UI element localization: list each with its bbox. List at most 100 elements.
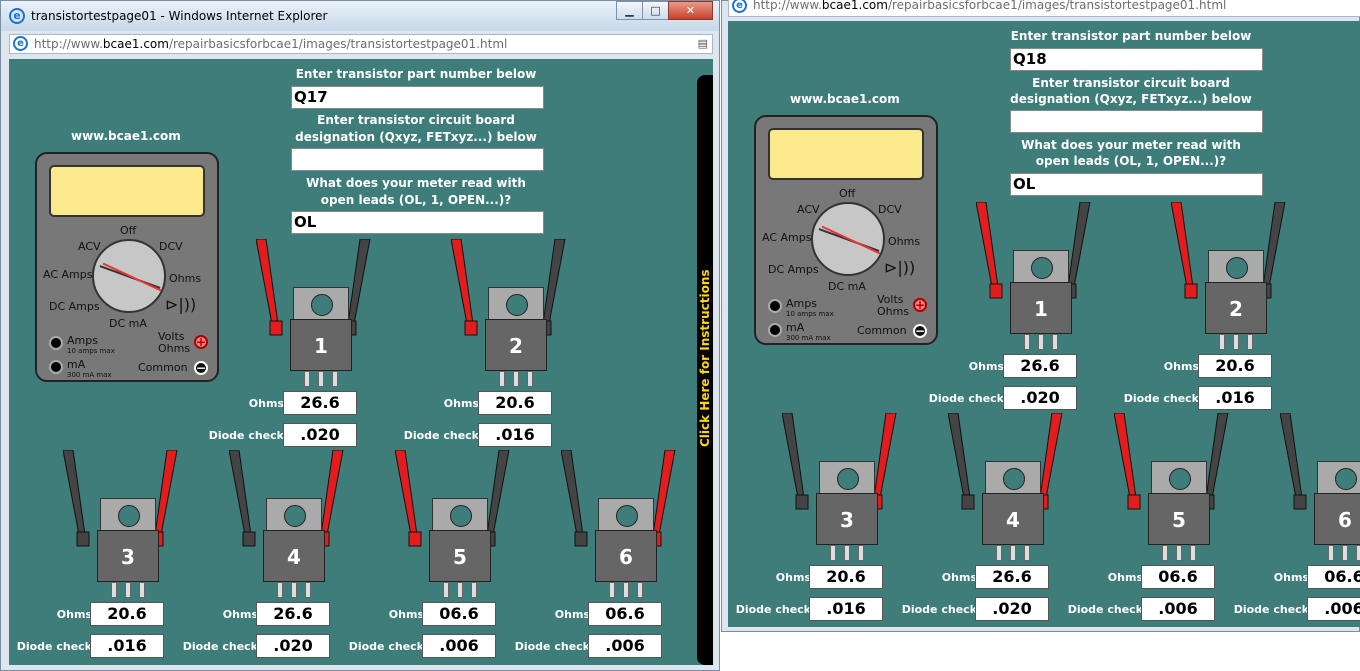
meter-off-label: Off (120, 224, 137, 237)
page-icon[interactable]: ▤ (698, 37, 708, 50)
transistor-number: 1 (290, 319, 352, 371)
instructions-link[interactable]: Click Here for Instructions (698, 269, 712, 447)
transistor-lead (1024, 545, 1030, 561)
open-leads-label-line1: What does your meter read with (306, 176, 526, 190)
site-label-right: www.bcae1.com (790, 92, 900, 106)
diode-check-reading-input[interactable]: .016 (809, 597, 883, 621)
transistor-lead (332, 371, 338, 387)
common-jack[interactable]: − (194, 361, 208, 375)
diode-check-reading-input[interactable]: .016 (1198, 386, 1272, 410)
transistor-number: 3 (97, 530, 159, 582)
title-bar[interactable]: e transistortestpage01 - Windows Interne… (1, 1, 719, 31)
diode-check-label: Diode check (403, 429, 479, 442)
address-bar-right[interactable]: e http://www.bcae1.com/repairbasicsforbc… (728, 0, 1360, 17)
ohms-reading-input[interactable]: 06.6 (1307, 565, 1360, 589)
amps-jack-right[interactable] (768, 299, 782, 313)
ohms-reading-input[interactable]: 06.6 (588, 602, 662, 626)
meter-dcv-label: DCV (159, 240, 183, 253)
left-browser-window: e transistortestpage01 - Windows Interne… (0, 0, 720, 671)
ma-label: mA (67, 358, 86, 371)
meter-ohms-label: Ohms (888, 235, 921, 248)
transistor-lead (1052, 334, 1058, 350)
transistor-lead (1356, 545, 1360, 561)
designation-label-line2-right: designation (Qxyz, FETxyz...) below (1010, 92, 1252, 106)
ohms-reading-input[interactable]: 26.6 (975, 565, 1049, 589)
ohms-reading-input[interactable]: 20.6 (809, 565, 883, 589)
ohms-reading-input[interactable]: 26.6 (256, 602, 330, 626)
transistor-lead (527, 371, 533, 387)
transistor-number: 1 (1010, 282, 1072, 334)
diode-check-reading-input[interactable]: .020 (1003, 386, 1077, 410)
meter-display (49, 165, 205, 217)
ie-page-icon-right: e (732, 0, 747, 13)
diode-check-label: Diode check (1123, 392, 1199, 405)
volts-ohms-jack[interactable]: + (194, 335, 208, 349)
transistor-5: 5 (1148, 461, 1210, 561)
transistor-lead (623, 582, 629, 598)
diode-check-reading-input[interactable]: .016 (478, 423, 552, 447)
diode-check-reading-input[interactable]: .006 (1307, 597, 1360, 621)
transistor-6: 6 (595, 498, 657, 598)
diode-check-label: Diode check (348, 640, 424, 653)
transistor-number: 4 (263, 530, 325, 582)
meter-dcma-label: DC mA (828, 280, 866, 293)
transistor-lead (139, 582, 145, 598)
amps-label: Amps (786, 297, 817, 310)
diode-check-reading-input[interactable]: .020 (256, 634, 330, 658)
common-jack-right[interactable]: − (913, 324, 927, 338)
page-content-right: Enter transistor part number below Q18 E… (728, 21, 1360, 627)
transistor-4: 4 (982, 461, 1044, 561)
close-button[interactable]: ✕ (668, 1, 713, 20)
mounting-hole (616, 505, 638, 527)
amps-max-label: 10 amps max (786, 310, 834, 318)
transistor-2: 2 (1205, 250, 1267, 350)
ohms-reading-input[interactable]: 20.6 (478, 391, 552, 415)
diode-check-label: Diode check (1067, 603, 1143, 616)
ma-jack-right[interactable] (768, 323, 782, 337)
transistor-lead (499, 371, 505, 387)
minimize-button[interactable]: ▁ (616, 1, 643, 20)
diode-check-reading-input[interactable]: .020 (283, 423, 357, 447)
part-number-label: Enter transistor part number below (295, 67, 537, 81)
ma-max-label: 300 mA max (786, 334, 831, 342)
ohms-label: Ohms (968, 360, 1004, 373)
transistor-number: 3 (816, 493, 878, 545)
ohms-reading-input[interactable]: 20.6 (1198, 354, 1272, 378)
selector-dial-right[interactable] (811, 202, 885, 276)
ohms-reading-input[interactable]: 26.6 (1003, 354, 1077, 378)
ohms-reading-input[interactable]: 20.6 (90, 602, 164, 626)
diode-check-reading-input[interactable]: .020 (975, 597, 1049, 621)
diode-check-label: Diode check (16, 640, 92, 653)
transistor-lead (513, 371, 519, 387)
transistor-lead (304, 371, 310, 387)
diode-check-reading-input[interactable]: .006 (588, 634, 662, 658)
diode-check-reading-input[interactable]: .006 (1141, 597, 1215, 621)
diode-check-reading-input[interactable]: .006 (422, 634, 496, 658)
amps-jack[interactable] (49, 336, 63, 350)
ohms-reading-input[interactable]: 26.6 (283, 391, 357, 415)
transistor-2: 2 (485, 287, 547, 387)
transistor-1: 1 (290, 287, 352, 387)
maximize-button[interactable]: □ (642, 1, 669, 20)
meter-dcamps-label: DC Amps (768, 263, 819, 276)
open-leads-input-right[interactable]: OL (1010, 173, 1263, 196)
volts-ohms-jack-right[interactable]: + (913, 298, 927, 312)
ohms-label: Ohms (248, 397, 284, 410)
instructions-sidebar[interactable]: Click Here for Instructions (697, 75, 713, 665)
part-number-input[interactable]: Q17 (291, 86, 544, 109)
designation-input-right[interactable] (1010, 110, 1263, 133)
open-leads-label-line1-right: What does your meter read with (1021, 138, 1241, 152)
diode-check-reading-input[interactable]: .016 (90, 634, 164, 658)
ohms-label: Ohms (1273, 571, 1309, 584)
transistor-lead (844, 545, 850, 561)
designation-input[interactable] (291, 148, 544, 171)
ohms-reading-input[interactable]: 06.6 (1141, 565, 1215, 589)
transistor-lead (277, 582, 283, 598)
address-bar[interactable]: e http://www.bcae1.com/repairbasicsforbc… (9, 34, 713, 54)
part-number-input-right[interactable]: Q18 (1010, 48, 1263, 71)
selector-dial[interactable] (92, 239, 166, 313)
ma-jack[interactable] (49, 360, 63, 374)
open-leads-input[interactable]: OL (291, 211, 544, 234)
ohms-reading-input[interactable]: 06.6 (422, 602, 496, 626)
transistor-lead (1233, 334, 1239, 350)
